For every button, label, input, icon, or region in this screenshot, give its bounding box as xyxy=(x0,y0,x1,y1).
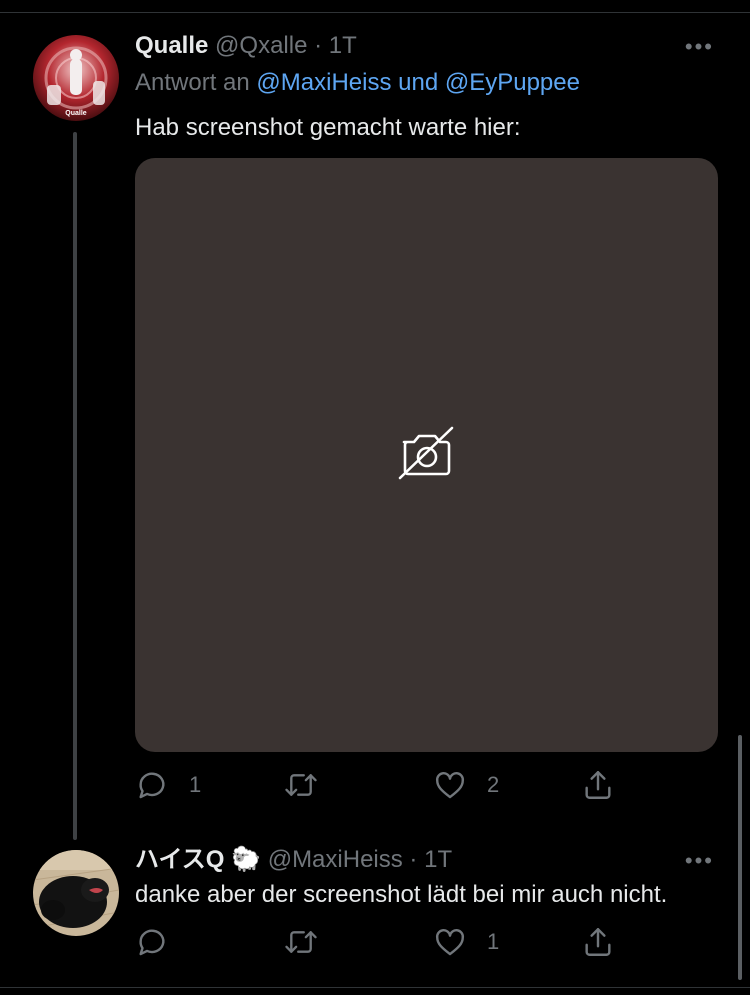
like-count: 2 xyxy=(487,772,500,797)
retweet-button[interactable] xyxy=(283,922,339,962)
share-icon xyxy=(581,925,615,959)
media-placeholder[interactable] xyxy=(135,158,718,752)
display-name[interactable]: Qualle xyxy=(135,32,208,59)
user-handle[interactable]: @MaxiHeiss xyxy=(268,846,403,873)
user-handle[interactable]: @Qxalle xyxy=(215,32,307,59)
more-icon[interactable]: ••• xyxy=(685,850,714,872)
separator: · xyxy=(314,32,323,59)
separator: · xyxy=(409,846,418,873)
sheep-emoji: 🐑 xyxy=(231,846,262,873)
retweet-icon xyxy=(283,768,319,802)
avatar-caption: Qualle xyxy=(65,110,87,117)
avatar[interactable]: Qualle xyxy=(33,35,119,121)
retweet-icon xyxy=(283,925,319,959)
more-icon[interactable]: ••• xyxy=(685,36,714,58)
tweet-header: ハイスQ 🐑 @MaxiHeiss · 1T xyxy=(135,845,452,875)
like-icon xyxy=(433,768,467,802)
avatar[interactable] xyxy=(33,850,119,936)
mention-maxiheiss[interactable]: @MaxiHeiss xyxy=(256,69,391,96)
tweet-qualle[interactable]: Qualle Qualle @Qxalle · 1T ••• Antwort a… xyxy=(0,0,750,840)
display-name[interactable]: ハイスQ xyxy=(135,846,224,873)
reply-context: Antwort an @MaxiHeiss und @EyPuppee xyxy=(135,68,580,98)
tweet-header: Qualle @Qxalle · 1T xyxy=(135,31,357,61)
tweet-text: Hab screenshot gemacht warte hier: xyxy=(135,114,521,141)
retweet-button[interactable] xyxy=(283,765,339,805)
timestamp[interactable]: 1T xyxy=(329,32,357,59)
scrollbar[interactable] xyxy=(738,735,742,980)
timestamp[interactable]: 1T xyxy=(424,846,452,873)
reply-icon xyxy=(135,925,169,959)
share-icon xyxy=(581,768,615,802)
image-unavailable-icon xyxy=(398,424,456,487)
like-count: 1 xyxy=(487,929,500,954)
reply-prefix: Antwort an xyxy=(135,69,250,96)
reply-count: 1 xyxy=(189,772,202,797)
bottom-divider xyxy=(0,987,750,988)
tweet-actions: 1 xyxy=(135,922,735,962)
thread-line xyxy=(73,132,77,840)
share-button[interactable] xyxy=(581,765,615,805)
reply-button[interactable]: 1 xyxy=(135,765,201,805)
tweet-text: danke aber der screenshot lädt bei mir a… xyxy=(135,881,668,908)
like-button[interactable]: 1 xyxy=(433,922,499,962)
tweet-maxiheiss[interactable]: ハイスQ 🐑 @MaxiHeiss · 1T ••• danke aber de… xyxy=(0,830,750,987)
like-button[interactable]: 2 xyxy=(433,765,499,805)
mention-eypuppee[interactable]: @EyPuppee xyxy=(445,69,580,96)
share-button[interactable] xyxy=(581,922,615,962)
reply-button[interactable] xyxy=(135,922,189,962)
like-icon xyxy=(433,925,467,959)
reply-icon xyxy=(135,768,169,802)
reply-and: und xyxy=(398,69,439,96)
tweet-actions: 1 2 xyxy=(135,765,735,805)
